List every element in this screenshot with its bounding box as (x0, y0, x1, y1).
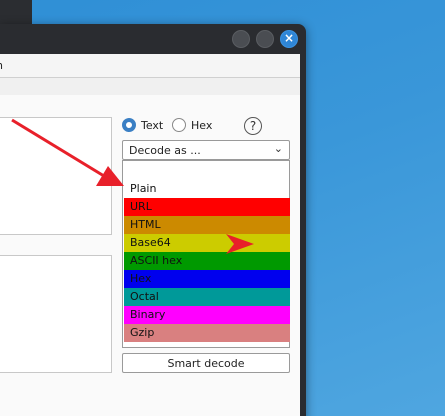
annotation-arrow-left-icon (11, 118, 124, 186)
annotation-arrow-right-icon (226, 234, 254, 254)
annotation-arrows (11, 118, 254, 254)
